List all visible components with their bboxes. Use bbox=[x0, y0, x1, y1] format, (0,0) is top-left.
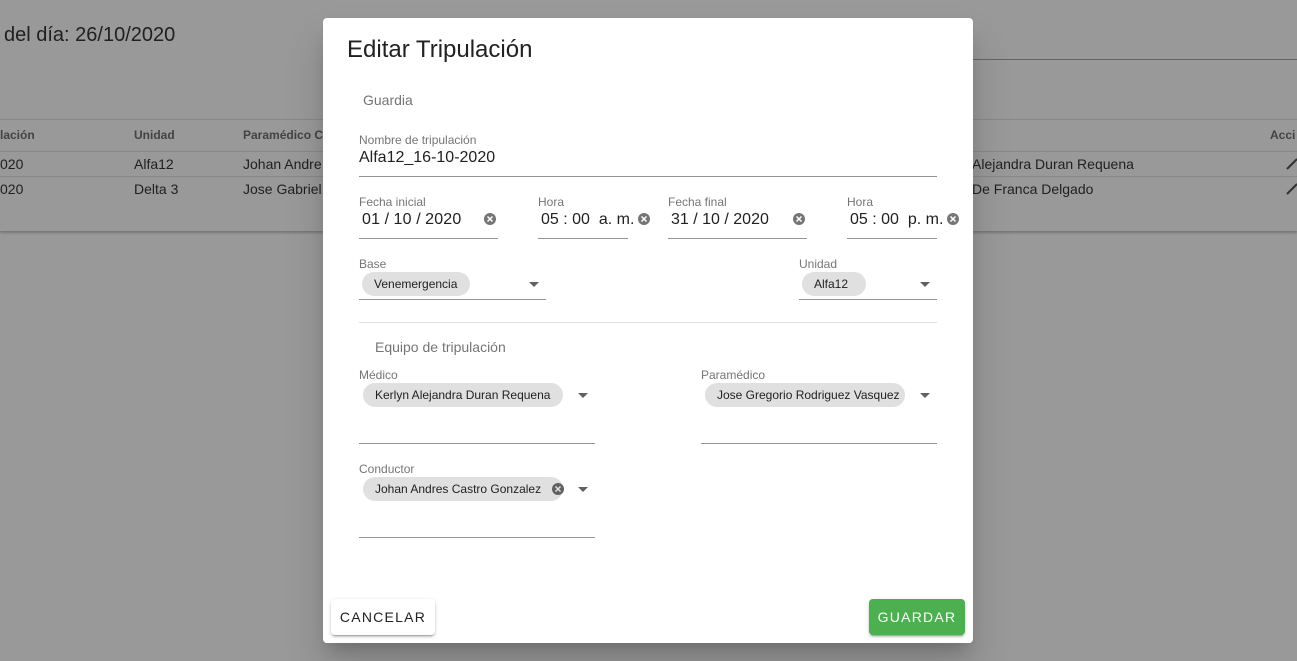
date-separator: / bbox=[719, 211, 734, 228]
hora-inicial-underline bbox=[538, 238, 628, 239]
dropdown-caret-icon[interactable] bbox=[529, 282, 539, 287]
clear-icon[interactable] bbox=[947, 213, 959, 225]
fecha-inicial-label: Fecha inicial bbox=[359, 195, 426, 209]
base-label: Base bbox=[359, 257, 387, 271]
fecha-inicial-underline bbox=[359, 238, 498, 239]
date-separator: / bbox=[411, 211, 426, 228]
dropdown-caret-icon[interactable] bbox=[578, 393, 588, 398]
unidad-label: Unidad bbox=[799, 257, 838, 271]
hora-final-field[interactable]: 05 : 00 p. m. bbox=[850, 211, 943, 229]
edit-crew-dialog: Editar Tripulación Guardia Nombre de tri… bbox=[323, 18, 973, 643]
fecha-final-underline bbox=[668, 238, 807, 239]
medico-chip[interactable]: Kerlyn Alejandra Duran Requena bbox=[363, 383, 563, 407]
conductor-chip-label: Johan Andres Castro Gonzalez bbox=[375, 482, 542, 496]
hora-inicial-hour[interactable]: 05 bbox=[541, 211, 559, 228]
nombre-underline bbox=[359, 176, 937, 177]
section-guardia-title: Guardia bbox=[363, 92, 413, 108]
dropdown-caret-icon[interactable] bbox=[920, 393, 930, 398]
fecha-inicial-year[interactable]: 2020 bbox=[425, 211, 461, 228]
conductor-underline bbox=[359, 537, 595, 538]
hora-inicial-period[interactable]: a. m. bbox=[599, 211, 635, 228]
dropdown-caret-icon[interactable] bbox=[578, 487, 588, 492]
paramedico-underline bbox=[701, 443, 937, 444]
dialog-title: Editar Tripulación bbox=[347, 36, 533, 63]
hora-inicial-label: Hora bbox=[538, 195, 565, 209]
fecha-final-month[interactable]: 10 bbox=[702, 211, 720, 228]
hora-final-minute[interactable]: 00 bbox=[881, 211, 899, 228]
hora-final-hour[interactable]: 05 bbox=[850, 211, 868, 228]
clear-icon[interactable] bbox=[793, 213, 805, 225]
fecha-inicial-month[interactable]: 10 bbox=[394, 211, 412, 228]
clear-icon[interactable] bbox=[638, 213, 650, 225]
date-separator: / bbox=[688, 211, 703, 228]
base-underline bbox=[359, 299, 546, 300]
date-separator: / bbox=[380, 211, 394, 228]
fecha-inicial-day[interactable]: 01 bbox=[362, 211, 380, 228]
fecha-inicial-field[interactable]: 01 / 10 / 2020 bbox=[362, 211, 462, 229]
conductor-label: Conductor bbox=[359, 462, 415, 476]
cancel-button[interactable]: CANCELAR bbox=[331, 599, 435, 635]
fecha-final-field[interactable]: 31 / 10 / 2020 bbox=[671, 211, 769, 229]
time-separator: : bbox=[867, 211, 882, 228]
paramedico-label: Paramédico bbox=[701, 368, 766, 382]
nombre-label: Nombre de tripulación bbox=[359, 133, 477, 147]
nombre-field[interactable]: Alfa12_16-10-2020 bbox=[359, 149, 495, 167]
paramedico-chip[interactable]: Jose Gregorio Rodriguez Vasquez bbox=[705, 383, 905, 407]
time-separator: : bbox=[558, 211, 573, 228]
save-button[interactable]: GUARDAR bbox=[869, 599, 965, 635]
medico-underline bbox=[359, 443, 595, 444]
hora-final-period[interactable]: p. m. bbox=[908, 211, 944, 228]
hora-inicial-minute[interactable]: 00 bbox=[572, 211, 590, 228]
hora-final-label: Hora bbox=[847, 195, 874, 209]
section-equipo-title: Equipo de tripulación bbox=[375, 339, 506, 355]
fecha-final-day[interactable]: 31 bbox=[671, 211, 689, 228]
dropdown-caret-icon[interactable] bbox=[920, 282, 930, 287]
hora-inicial-field[interactable]: 05 : 00 a. m. bbox=[541, 211, 634, 229]
unidad-chip[interactable]: Alfa12 bbox=[802, 272, 866, 296]
fecha-final-year[interactable]: 2020 bbox=[733, 211, 769, 228]
section-divider bbox=[359, 322, 937, 323]
conductor-chip[interactable]: Johan Andres Castro Gonzalez bbox=[363, 477, 563, 501]
base-chip[interactable]: Venemergencia bbox=[362, 272, 470, 296]
chip-remove-icon[interactable] bbox=[552, 483, 564, 495]
clear-icon[interactable] bbox=[484, 213, 496, 225]
unidad-underline bbox=[799, 299, 937, 300]
medico-label: Médico bbox=[359, 368, 398, 382]
fecha-final-label: Fecha final bbox=[668, 195, 727, 209]
hora-final-underline bbox=[847, 238, 937, 239]
